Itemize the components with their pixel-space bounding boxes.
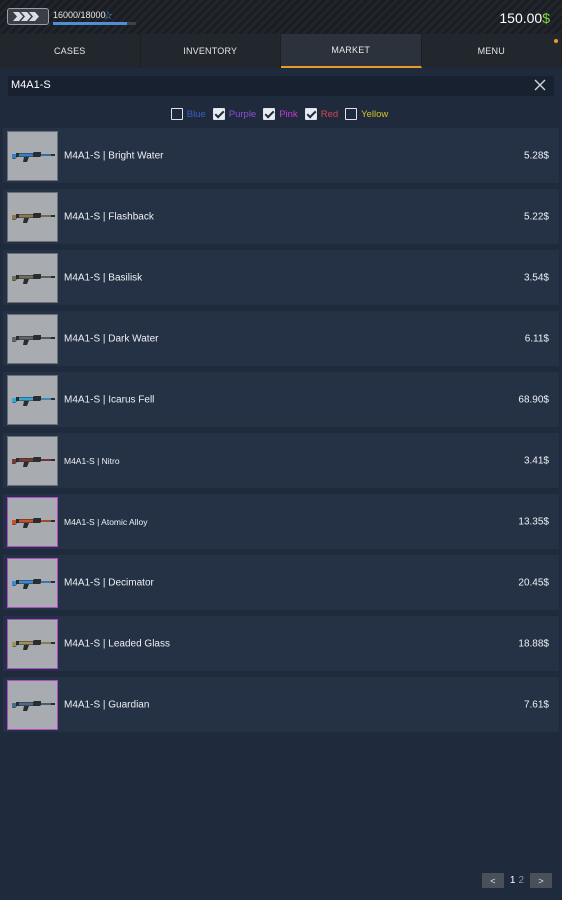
item-price: 13.35$ — [518, 516, 549, 527]
item-price: 18.88$ — [518, 638, 549, 649]
balance: 150.00$ — [499, 10, 550, 26]
balance-value: 150.00 — [499, 10, 543, 26]
filter-purple-checkbox[interactable] — [212, 108, 225, 120]
weapon-thumbnail — [7, 253, 58, 303]
list-item[interactable]: M4A1-S | Basilisk 3.54$ — [3, 250, 559, 305]
weapon-thumbnail — [7, 436, 58, 486]
item-name: M4A1-S | Guardian — [64, 699, 150, 710]
tab-bar: CASES INVENTORY MARKET MENU — [0, 34, 562, 68]
list-item[interactable]: M4A1-S | Atomic Alloy 13.35$ — [3, 494, 559, 549]
tab-menu[interactable]: MENU — [422, 34, 562, 68]
rank-badge-icon[interactable] — [7, 8, 49, 25]
weapon-thumbnail — [7, 497, 58, 547]
item-name: M4A1-S | Icarus Fell — [64, 394, 155, 405]
item-name: M4A1-S | Nitro — [64, 455, 120, 466]
close-icon[interactable] — [534, 79, 546, 91]
filter-blue[interactable]: Blue — [170, 108, 206, 120]
list-item[interactable]: M4A1-S | Dark Water 6.11$ — [3, 311, 559, 366]
filter-yellow-label: Yellow — [361, 108, 389, 120]
filter-pink-label: Pink — [279, 108, 298, 120]
item-price: 5.28$ — [523, 150, 549, 161]
item-name: M4A1-S | Dark Water — [64, 333, 159, 344]
filter-blue-label: Blue — [186, 108, 206, 120]
list-item[interactable]: M4A1-S | Bright Water 5.28$ — [3, 128, 559, 183]
item-name: M4A1-S | Atomic Alloy — [64, 516, 148, 527]
filter-pink[interactable]: Pink — [263, 108, 298, 120]
filter-yellow-checkbox[interactable] — [345, 108, 358, 120]
filter-pink-checkbox[interactable] — [263, 108, 276, 120]
xp-text: 16000/18000 — [53, 10, 106, 20]
page-number-2[interactable]: 2 — [518, 875, 524, 886]
list-item[interactable]: M4A1-S | Icarus Fell 68.90$ — [3, 372, 559, 427]
market-item-list: M4A1-S | Bright Water 5.28$ M4A1-S | Fla… — [0, 128, 562, 732]
weapon-thumbnail — [7, 680, 58, 730]
rarity-filters: Blue Purple Pink Red Yellow — [0, 103, 562, 125]
search-input[interactable]: M4A1-S — [8, 76, 554, 96]
filter-yellow[interactable]: Yellow — [345, 108, 388, 120]
list-item[interactable]: M4A1-S | Guardian 7.61$ — [3, 677, 559, 732]
weapon-thumbnail — [7, 619, 58, 669]
item-price: 7.61$ — [523, 699, 549, 710]
search-value: M4A1-S — [11, 79, 51, 91]
notification-dot — [554, 39, 558, 43]
item-price: 3.54$ — [523, 272, 549, 283]
pagination: < 1 2 > — [481, 873, 552, 888]
item-price: 5.22$ — [523, 211, 549, 222]
star-icon: ☆ — [103, 10, 113, 22]
item-price: 6.11$ — [524, 333, 549, 344]
filter-purple[interactable]: Purple — [212, 108, 257, 120]
top-bar: 16000/18000 ☆ 150.00$ — [0, 0, 562, 34]
weapon-thumbnail — [7, 558, 58, 608]
item-name: M4A1-S | Leaded Glass — [64, 638, 170, 649]
item-name: M4A1-S | Flashback — [64, 211, 154, 222]
tab-cases[interactable]: CASES — [0, 34, 141, 68]
list-item[interactable]: M4A1-S | Decimator 20.45$ — [3, 555, 559, 610]
filter-blue-checkbox[interactable] — [170, 108, 183, 120]
next-page-button[interactable]: > — [530, 873, 552, 888]
list-item[interactable]: M4A1-S | Nitro 3.41$ — [3, 433, 559, 488]
page-number-1[interactable]: 1 — [510, 875, 516, 886]
item-name: M4A1-S | Decimator — [64, 577, 154, 588]
item-price: 68.90$ — [518, 394, 549, 405]
item-name: M4A1-S | Bright Water — [64, 150, 164, 161]
balance-currency: $ — [542, 10, 550, 26]
item-name: M4A1-S | Basilisk — [64, 272, 143, 283]
weapon-thumbnail — [7, 375, 58, 425]
xp-progress-bar — [53, 22, 136, 25]
list-item[interactable]: M4A1-S | Leaded Glass 18.88$ — [3, 616, 559, 671]
xp-progress-fill — [53, 22, 127, 25]
filter-red-label: Red — [320, 108, 339, 120]
tab-market[interactable]: MARKET — [281, 34, 422, 68]
weapon-thumbnail — [7, 131, 58, 181]
filter-red[interactable]: Red — [304, 108, 339, 120]
prev-page-button[interactable]: < — [481, 873, 504, 888]
item-price: 3.41$ — [523, 455, 549, 466]
item-price: 20.45$ — [518, 577, 549, 588]
list-item[interactable]: M4A1-S | Flashback 5.22$ — [3, 189, 559, 244]
weapon-thumbnail — [7, 192, 58, 242]
tab-inventory[interactable]: INVENTORY — [141, 34, 281, 68]
filter-red-checkbox[interactable] — [304, 108, 317, 120]
weapon-thumbnail — [7, 314, 58, 364]
filter-purple-label: Purple — [228, 108, 257, 120]
